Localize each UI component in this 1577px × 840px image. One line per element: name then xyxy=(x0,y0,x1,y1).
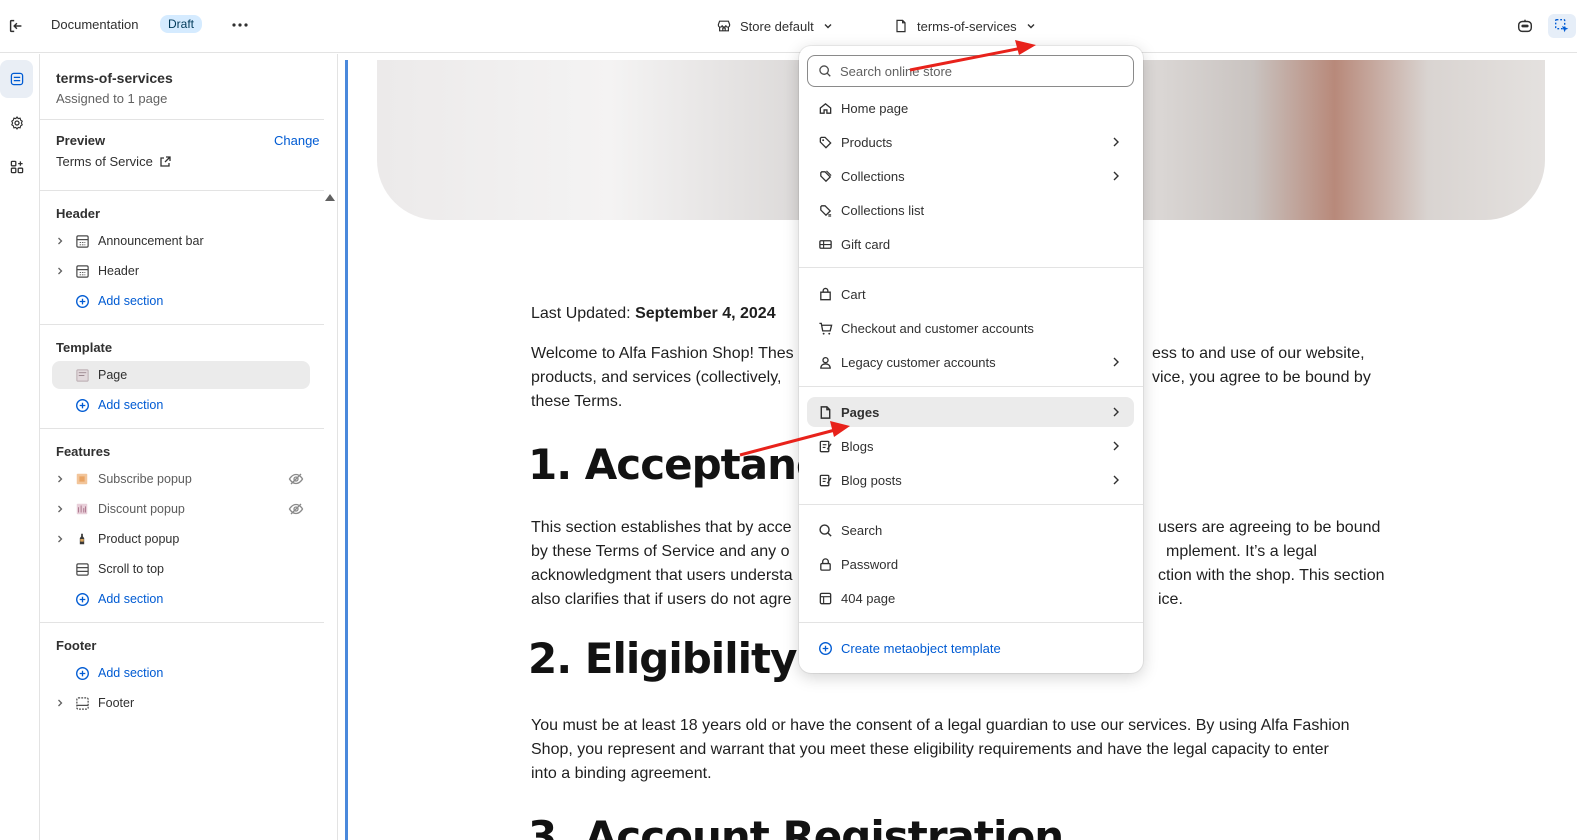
annotation-arrow-pages xyxy=(739,421,850,457)
annotation-arrows xyxy=(739,40,1036,457)
annotation-arrow-top xyxy=(909,40,1036,72)
